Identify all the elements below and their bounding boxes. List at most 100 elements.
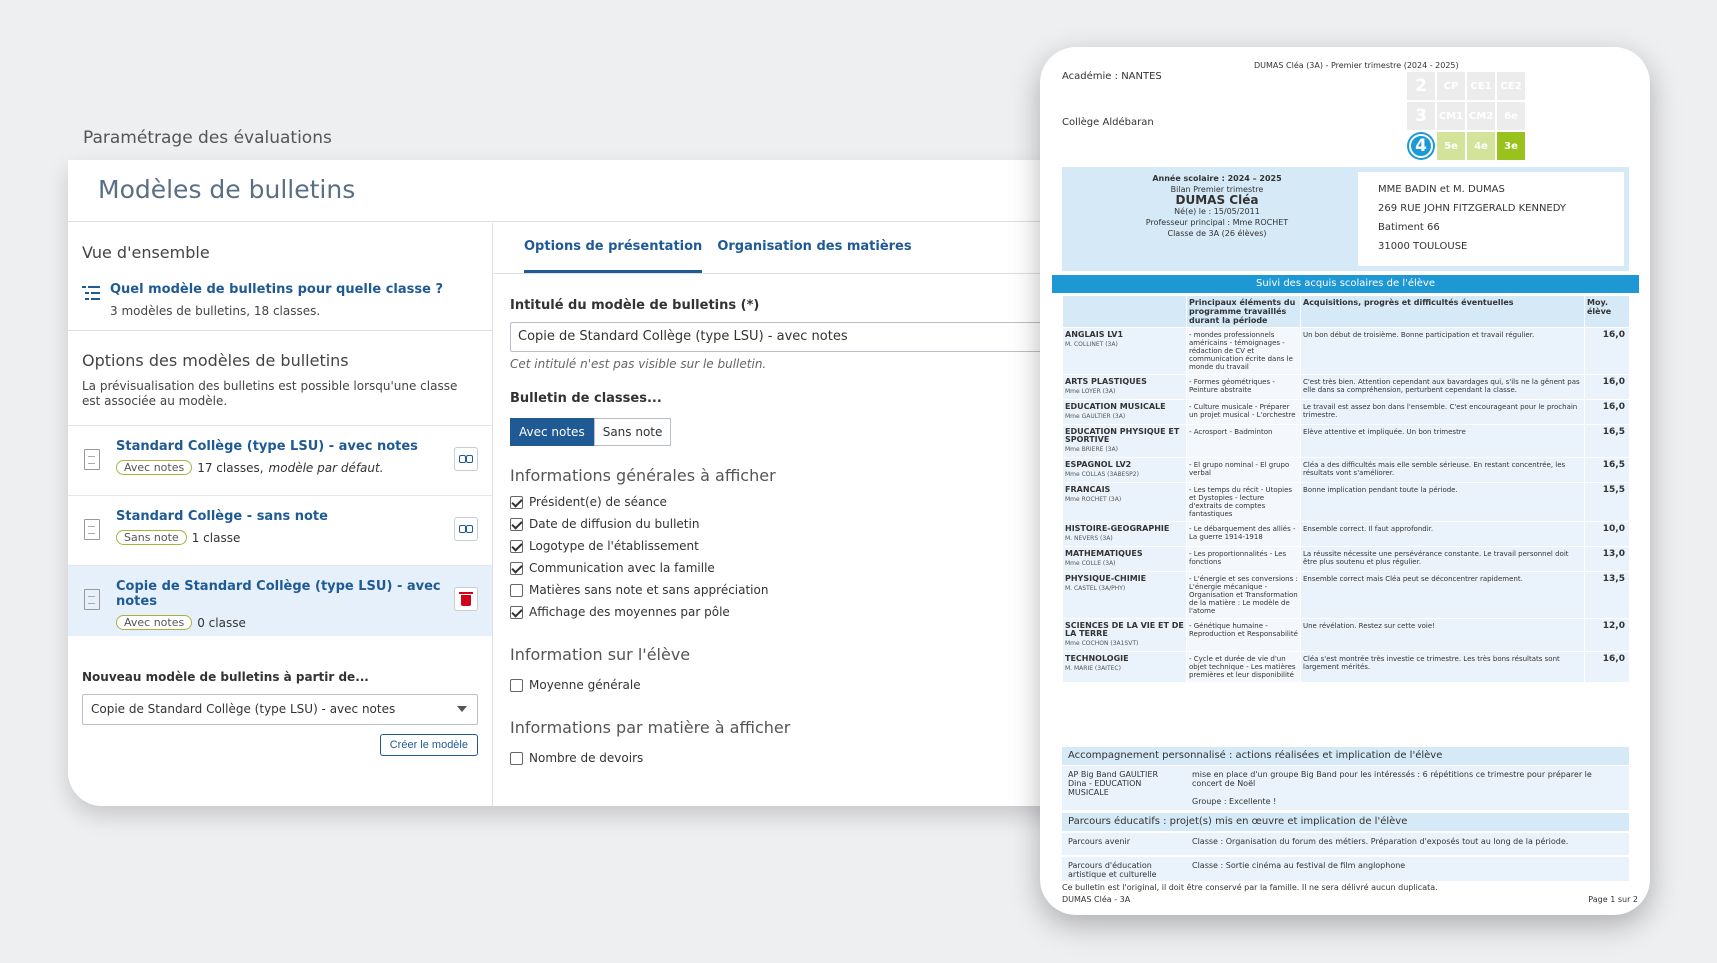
model-item-standard-avec-notes[interactable]: Standard Collège (type LSU) - avec notes… [68,426,492,496]
model-badge: Avec notes [116,460,193,475]
bulletin-type-label: Bulletin de classes... [510,391,662,406]
comment-cell: Cléa s'est montrée très investie ce trim… [1300,651,1585,683]
ap-title: Accompagnement personnalisé : actions ré… [1062,747,1629,765]
student-name: DUMAS Cléa [1175,193,1259,207]
comment-cell: Ensemble correct mais Cléa peut se décon… [1300,571,1585,619]
checkbox-president[interactable]: Président(e) de séance [510,495,1068,509]
program-cell: - mondes professionnels américains - tém… [1186,327,1301,375]
overview-link-row[interactable]: Quel modèle de bulletins pour quelle cla… [68,262,492,318]
checkbox-unchecked[interactable] [510,583,523,597]
model-default: modèle par défaut. [268,460,384,475]
tab-presentation-options[interactable]: Options de présentation [524,223,703,273]
overview-link[interactable]: Quel modèle de bulletins pour quelle cla… [110,282,443,297]
model-name[interactable]: Copie de Standard Collège (type LSU) - a… [116,579,478,609]
app-window: Modèles de bulletins Vue d'ensemble Quel… [68,160,1068,806]
checkbox-label: Moyenne générale [529,678,641,692]
model-name-hint: Cet intitulé n'est pas visible sur le bu… [510,357,767,371]
teacher-name: Mme BRIERE (3A) [1065,446,1118,453]
create-model-button[interactable]: Créer le modèle [379,734,478,756]
checkbox-label: Communication avec la famille [529,561,715,575]
model-item-copie-standard[interactable]: Copie de Standard Collège (type LSU) - a… [68,566,492,636]
cycle-cell: 2 [1406,71,1436,101]
comment-cell: Elève attentive et impliquée. Un bon tri… [1300,424,1585,458]
report-card-preview: DUMAS Cléa (3A) - Premier trimestre (202… [1040,47,1650,915]
checkbox-unchecked[interactable] [510,678,523,692]
option-sans-note[interactable]: Sans note [593,418,672,446]
ap-group: Groupe : Excellente ! [1192,797,1277,806]
subject-name: SCIENCES DE LA VIE ET DE LA TERRE [1065,621,1184,638]
birth-date: Né(e) le : 15/05/2011 [1174,207,1260,216]
checkbox-date-diffusion[interactable]: Date de diffusion du bulletin [510,517,1068,531]
new-model-select-value: Copie de Standard Collège (type LSU) - a… [91,702,396,716]
new-model-select[interactable]: Copie de Standard Collège (type LSU) - a… [82,694,478,725]
model-name-input[interactable]: Copie de Standard Collège (type LSU) - a… [510,322,1068,352]
subject-name: EDUCATION PHYSIQUE ET SPORTIVE [1065,427,1180,444]
model-name[interactable]: Standard Collège (type LSU) - avec notes [116,439,478,454]
report-banner: Suivi des acquis scolaires de l'élève [1052,275,1639,293]
subject-cell: EDUCATION MUSICALE Mme GAULTIER (3A) [1062,399,1187,425]
average-cell: 15,5 [1584,482,1630,522]
model-item-standard-sans-note[interactable]: Standard Collège - sans note Sans note 1… [68,496,492,566]
checkbox-checked[interactable] [510,517,523,531]
program-cell: - L'énergie et ses conversions : L'énerg… [1186,571,1301,619]
ap-row: AP Big Band GAULTIER Dina - EDUCATION MU… [1062,766,1629,810]
comment-cell: Un bon début de troisième. Bonne partici… [1300,327,1585,375]
comment-cell: Bonne implication pendant toute la pério… [1300,482,1585,522]
checkbox-moyennes-pole[interactable]: Affichage des moyennes par pôle [510,605,1068,619]
teacher-name: Mme COLLE (3A) [1065,560,1116,567]
subject-info-title: Informations par matière à afficher [510,718,791,737]
table-row: ESPAGNOL LV2 Mme COLLAS (3ABESP2) - El gru… [1062,457,1630,483]
checkbox-unchecked[interactable] [510,751,523,765]
document-icon [84,449,100,470]
col-program: Principaux éléments du programme travail… [1186,295,1301,328]
table-row: HISTOIRE-GEOGRAPHIE M. NEVERS (3A) - Le dé… [1062,521,1630,547]
checkbox-checked[interactable] [510,605,523,619]
average-cell: 16,0 [1584,399,1630,425]
table-row: SCIENCES DE LA VIE ET DE LA TERRE Mme COC… [1062,618,1630,652]
checkbox-label: Logotype de l'établissement [529,539,699,553]
checkbox-logotype[interactable]: Logotype de l'établissement [510,539,1068,553]
pe-value: Classe : Organisation du forum des métie… [1192,837,1569,846]
model-name[interactable]: Standard Collège - sans note [116,509,478,524]
models-sidebar: Vue d'ensemble Quel modèle de bulletins … [68,223,493,806]
delete-button[interactable] [454,587,478,611]
option-avec-notes[interactable]: Avec notes [510,418,594,446]
pe-title: Parcours éducatifs : projet(s) mis en œu… [1062,813,1629,831]
preview-button[interactable] [454,447,478,471]
cycle-cell: 6e [1496,101,1526,131]
preview-button[interactable] [454,517,478,541]
checkbox-matieres-sans-note[interactable]: Matières sans note et sans appréciation [510,583,1068,597]
comment-cell: Une révélation. Restez sur cette voie! [1300,618,1585,652]
document-icon [84,589,100,610]
program-cell: - Génétique humaine - Reproduction et Re… [1186,618,1301,652]
footer-page: Page 1 sur 2 [1588,895,1638,904]
checkbox-communication[interactable]: Communication avec la famille [510,561,1068,575]
subject-name: MATHEMATIQUES [1065,549,1143,558]
cycle-cell-current: 4 [1409,134,1433,158]
table-row: FRANCAIS Mme ROCHET (3A) - Les temps du ré… [1062,482,1630,522]
checkbox-checked[interactable] [510,495,523,509]
checkbox-checked[interactable] [510,561,523,575]
report-header: DUMAS Cléa (3A) - Premier trimestre (202… [1254,61,1459,70]
comment-cell: C'est très bien. Attention cependant aux… [1300,374,1585,400]
model-count: 17 classes, [197,460,264,475]
checkbox-moyenne-generale[interactable]: Moyenne générale [510,678,1068,692]
subject-cell: ANGLAIS LV1 M. COLLINET (3A) [1062,327,1187,375]
average-cell: 13,5 [1584,571,1630,619]
cycle-grid: 2 CP CE1 CE2 3 CM1 CM2 6e 4 5e 4e 3e [1406,71,1526,161]
teacher-name: M. CASTEL (3A/PHY) [1065,585,1126,592]
checkbox-checked[interactable] [510,539,523,553]
tab-subjects-organisation[interactable]: Organisation des matières [717,223,911,273]
checkbox-nombre-devoirs[interactable]: Nombre de devoirs [510,751,1068,765]
model-editor: Options de présentation Organisation des… [494,223,1068,806]
report-academy: Académie : NANTES [1062,71,1162,82]
subject-cell: ARTS PLASTIQUES Mme LOYER (3A) [1062,374,1187,400]
average-cell: 16,0 [1584,651,1630,683]
subject-name: ESPAGNOL LV2 [1065,460,1132,469]
address-line: 31000 TOULOUSE [1378,241,1468,252]
program-cell: - Les temps du récit - Utopies et Dystop… [1186,482,1301,522]
trash-icon [459,592,473,606]
average-cell: 16,5 [1584,457,1630,483]
options-description: La prévisualisation des bulletins est po… [82,379,458,408]
comment-cell: Le travail est assez bon dans l'ensemble… [1300,399,1585,425]
